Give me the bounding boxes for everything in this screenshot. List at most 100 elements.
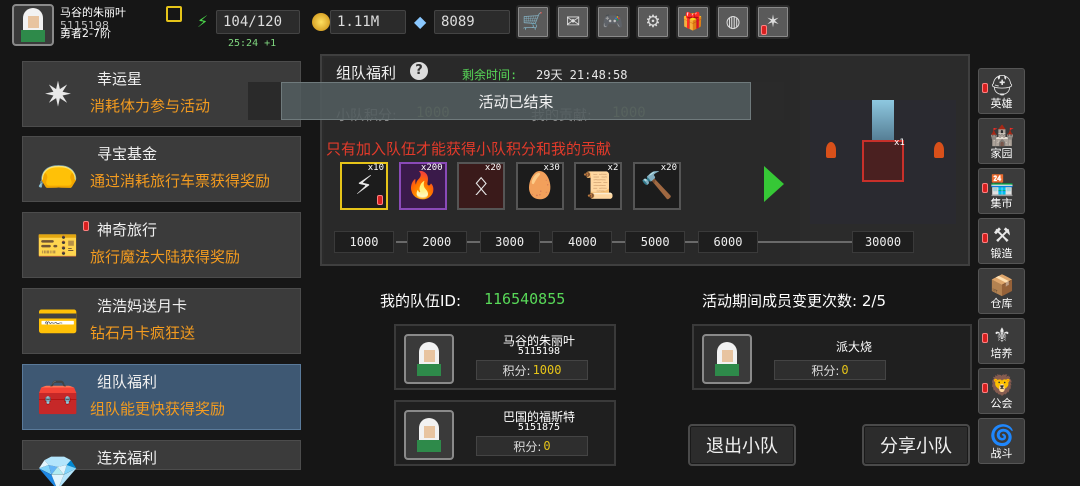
fireworks-icon: ✶ <box>765 12 781 32</box>
reward-count: x30 <box>543 163 560 173</box>
reward-slot[interactable]: 📜 x2 <box>574 162 623 210</box>
member-changes-label: 活动期间成员变更次数: 2/5 <box>702 292 886 310</box>
nav-label: 锻造 <box>990 247 1013 260</box>
event-ended-banner: 活动已结束 <box>281 82 751 120</box>
crystal-icon: 💎 <box>36 454 80 486</box>
member-score-value: 0 <box>841 363 849 377</box>
elf-portrait-icon <box>19 8 47 42</box>
team-id-label: 我的队伍ID: <box>380 292 462 310</box>
mail-button[interactable]: ✉ <box>556 5 590 39</box>
member-score: 积分: 0 <box>774 360 886 380</box>
member-id: 5151875 <box>517 422 561 433</box>
sidebar-item[interactable]: 🧰 组队福利 组队能更快获得奖励 <box>22 364 301 430</box>
reward-slot[interactable]: 🥚 x30 <box>515 162 564 210</box>
alert-badge-icon <box>83 221 89 231</box>
nav-guild-shield[interactable]: 🦁 公会 <box>978 368 1025 414</box>
nav-label: 公会 <box>990 397 1013 410</box>
player-avatar[interactable] <box>12 4 54 46</box>
elf-portrait-icon <box>415 418 443 452</box>
travel-ticket-icon: 🎫 <box>36 226 80 266</box>
member-score: 积分: 1000 <box>476 360 588 380</box>
hammer-icon: 🔨 <box>640 171 674 201</box>
alert-badge-icon <box>982 233 988 243</box>
nav-anvil[interactable]: ⚒ 锻造 <box>978 218 1025 264</box>
sidebar-item[interactable]: 💎 连充福利 <box>22 440 301 486</box>
nav-training-altar[interactable]: ⚜ 培养 <box>978 318 1025 364</box>
reward-slot[interactable]: 🔨 x20 <box>633 162 681 210</box>
gift-icon: 🎁 <box>682 12 704 32</box>
team-id-value: 116540855 <box>484 290 566 308</box>
nav-label: 集市 <box>990 197 1013 210</box>
nav-battle-portal[interactable]: 🌀 战斗 <box>978 418 1025 464</box>
blue-rune-icon: ᛟ <box>473 171 489 201</box>
treasure-chest-icon: 🧰 <box>36 378 80 418</box>
gamepad-icon: 🎮 <box>602 12 624 32</box>
shop-cart-button[interactable]: 🛒 <box>516 5 550 39</box>
monthly-card-icon: 💳 <box>36 302 80 342</box>
diamond-counter: 8089 <box>434 10 510 34</box>
team-member-card[interactable]: 巴国的福斯特 5151875 积分: 0 <box>394 400 616 466</box>
sidebar-item-title: 寻宝基金 <box>97 145 158 163</box>
member-score-value: 0 <box>543 439 551 453</box>
reward-slot[interactable]: ᛟ x20 <box>457 162 506 210</box>
gamepad-button[interactable]: 🎮 <box>596 5 630 39</box>
sidebar-item-desc: 组队能更快获得奖励 <box>90 400 226 418</box>
edit-name-icon[interactable] <box>166 6 182 22</box>
remaining-time-value: 29天 21:48:58 <box>536 68 628 82</box>
event-ended-text: 活动已结束 <box>478 92 554 111</box>
settings-gear-icon: ⚙ <box>645 12 661 32</box>
elf-portrait-icon <box>415 342 443 376</box>
member-avatar <box>404 410 454 460</box>
sidebar-item-title: 幸运星 <box>97 70 143 88</box>
nav-castle[interactable]: 🏰 家园 <box>978 118 1025 164</box>
color-wheel-button[interactable]: ◍ <box>716 5 750 39</box>
nav-label: 战斗 <box>990 447 1013 460</box>
alert-badge-icon <box>982 83 988 93</box>
player-rank: 勇者2-7阶 <box>60 27 111 40</box>
reward-slot[interactable]: 🔥 x200 <box>398 162 447 210</box>
alert-badge-icon <box>377 195 383 205</box>
team-member-card[interactable]: 派大烧 积分: 0 <box>692 324 972 390</box>
team-member-card[interactable]: 马谷的朱丽叶 5115198 积分: 1000 <box>394 324 616 390</box>
alert-badge-icon <box>982 183 988 193</box>
nav-label: 英雄 <box>990 97 1013 110</box>
settings-gear-button[interactable]: ⚙ <box>636 5 670 39</box>
stamina-bolt-icon: ⚡ <box>197 12 209 31</box>
nav-hero-helmet[interactable]: ⛑ 英雄 <box>978 68 1025 114</box>
gift-button[interactable]: 🎁 <box>676 5 710 39</box>
milestone-label: 2000 <box>406 231 467 253</box>
leave-team-button[interactable]: 退出小队 <box>688 424 796 466</box>
sidebar-item[interactable]: 🎫 神奇旅行 旅行魔法大陆获得奖励 <box>22 212 301 278</box>
gold-coin-icon <box>312 13 330 31</box>
lucky-star-icon: ✷ <box>43 75 73 115</box>
fireworks-button[interactable]: ✶ <box>756 5 790 39</box>
next-arrow-icon[interactable] <box>764 166 784 202</box>
alert-badge-icon <box>982 333 988 343</box>
sidebar-item-desc: 钻石月卡疯狂送 <box>90 324 196 342</box>
milestone-label: 5000 <box>625 231 686 253</box>
final-reward-count: x1 <box>894 138 905 148</box>
mail-icon: ✉ <box>565 12 581 32</box>
member-score: 积分: 0 <box>476 436 588 456</box>
help-icon[interactable]: ? <box>410 62 428 80</box>
reward-count: x20 <box>660 163 677 173</box>
milestone-label: 1000 <box>334 231 394 253</box>
share-team-button[interactable]: 分享小队 <box>862 424 970 466</box>
stamina-counter: 104/120 <box>216 10 300 34</box>
reward-slot[interactable]: ⚡ x10 <box>340 162 388 210</box>
elf-portrait-icon <box>713 342 741 376</box>
member-changes-value: 2/5 <box>861 292 886 310</box>
sidebar-item[interactable]: 👝 寻宝基金 通过消耗旅行车票获得奖励 <box>22 136 301 202</box>
reward-count: x10 <box>367 163 384 173</box>
color-wheel-icon: ◍ <box>725 12 741 32</box>
diamond-icon: ◆ <box>414 12 427 31</box>
member-avatar <box>404 334 454 384</box>
sidebar-item[interactable]: 💳 浩浩妈送月卡 钻石月卡疯狂送 <box>22 288 301 354</box>
nav-market-stall[interactable]: 🏪 集市 <box>978 168 1025 214</box>
nav-warehouse[interactable]: 📦 仓库 <box>978 268 1025 314</box>
lightning-scroll-icon: ⚡ <box>354 171 374 201</box>
sidebar-item-desc: 消耗体力参与活动 <box>90 97 211 115</box>
milestone-label: 6000 <box>698 231 758 253</box>
stamina-timer: 25:24 +1 <box>228 38 277 49</box>
reward-count: x2 <box>607 163 619 173</box>
